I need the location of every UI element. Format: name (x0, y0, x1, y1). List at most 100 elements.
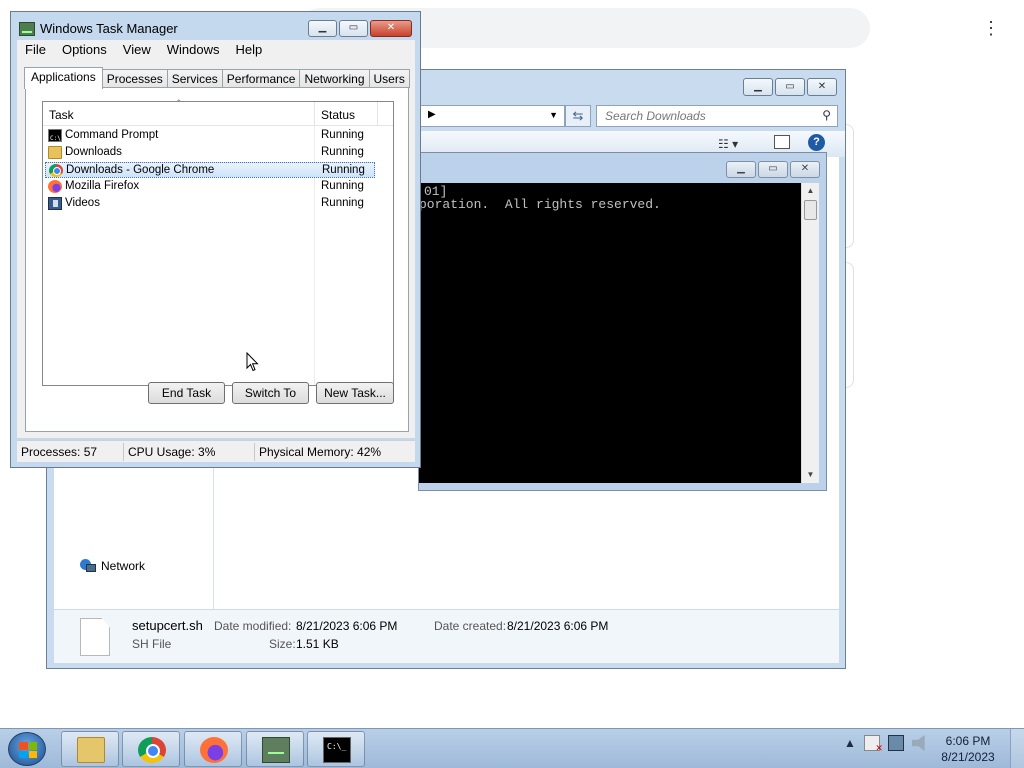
size-label: Size: (269, 637, 296, 651)
console-line: poration. All rights reserved. (419, 197, 661, 212)
minimize-button[interactable]: ▁ (743, 78, 773, 96)
show-hidden-icons-icon[interactable]: ▲ (844, 736, 856, 750)
task-row[interactable]: Command Prompt Running (45, 128, 375, 146)
maximize-button[interactable]: ▭ (339, 20, 368, 37)
task-name: Videos (65, 197, 100, 209)
menu-bar: File Options View Windows Help (17, 40, 415, 60)
maximize-button[interactable]: ▭ (758, 161, 788, 178)
tab-users[interactable]: Users (368, 69, 410, 88)
chrome-menu-icon[interactable]: ⋮ (982, 18, 1000, 38)
maximize-button[interactable]: ▭ (775, 78, 805, 96)
taskbar-firefox-button[interactable] (184, 731, 242, 767)
column-header-task[interactable]: Task (49, 108, 74, 122)
menu-file[interactable]: File (17, 40, 54, 60)
minimize-button[interactable]: ▁ (308, 20, 337, 37)
details-file-name: setupcert.sh (132, 618, 203, 633)
chevron-down-icon[interactable]: ▼ (549, 110, 558, 120)
address-bar[interactable]: ▶ ▼ (417, 105, 565, 127)
close-button[interactable]: ✕ (790, 161, 820, 178)
new-task-button[interactable]: New Task... (316, 382, 394, 404)
action-center-icon[interactable] (863, 735, 883, 754)
task-manager-body: Applications Processes Services Performa… (17, 60, 415, 438)
date-created-label: Date created: (434, 619, 507, 633)
column-header-status[interactable]: Status (321, 108, 355, 122)
task-name: Mozilla Firefox (65, 180, 140, 192)
clock-date: 8/21/2023 (941, 750, 995, 764)
tab-processes[interactable]: Processes (101, 69, 168, 88)
tab-applications[interactable]: Applications (24, 67, 103, 89)
tab-performance[interactable]: Performance (221, 69, 301, 88)
task-row[interactable]: Mozilla Firefox Running (45, 179, 375, 195)
end-task-button[interactable]: End Task (148, 382, 225, 404)
taskbar-explorer-button[interactable] (61, 731, 119, 767)
list-header: ⌃ Task Status (43, 98, 393, 126)
scroll-down-icon[interactable]: ▼ (802, 467, 819, 483)
volume-icon[interactable] (911, 735, 925, 751)
task-manager-icon (262, 737, 290, 763)
menu-options[interactable]: Options (54, 40, 115, 60)
menu-help[interactable]: Help (227, 40, 270, 60)
taskbar: ▲ 6:06 PM 8/21/2023 (0, 728, 1024, 768)
taskbar-cmd-button[interactable] (307, 731, 365, 767)
close-button[interactable]: ✕ (370, 20, 412, 37)
minimize-button[interactable]: ▁ (726, 161, 756, 178)
physical-memory: Physical Memory: 42% (259, 445, 382, 459)
task-list[interactable]: ⌃ Task Status Command Prompt Running Dow… (42, 98, 394, 386)
clock[interactable]: 6:06 PM 8/21/2023 (937, 733, 999, 765)
close-button[interactable]: ✕ (807, 78, 837, 96)
preview-pane-icon[interactable] (774, 135, 790, 149)
processes-count: Processes: 57 (21, 445, 98, 459)
tab-strip: Applications Processes Services Performa… (24, 66, 410, 89)
window-title: Windows Task Manager (19, 21, 178, 36)
taskbar-chrome-button[interactable] (122, 731, 180, 767)
chrome-panel-edge (846, 124, 854, 248)
task-name: Command Prompt (65, 129, 159, 141)
tab-services[interactable]: Services (166, 69, 223, 88)
nav-item-label: Network (101, 559, 146, 573)
start-button[interactable] (8, 732, 46, 766)
chrome-panel-edge (846, 262, 854, 388)
search-icon[interactable]: ⚲ (822, 108, 831, 122)
nav-item-network[interactable]: Network (80, 559, 145, 573)
chrome-icon (49, 164, 63, 177)
cmd-icon (323, 737, 351, 763)
show-desktop-button[interactable] (1010, 729, 1024, 768)
task-row[interactable]: Downloads Running (45, 145, 375, 161)
refresh-icon[interactable]: ⇆ (565, 105, 591, 127)
task-status: Running (322, 164, 365, 176)
menu-view[interactable]: View (115, 40, 159, 60)
scroll-up-icon[interactable]: ▲ (802, 183, 819, 199)
search-input[interactable]: Search Downloads ⚲ (596, 105, 838, 127)
title-text: Windows Task Manager (40, 21, 178, 36)
view-options-icon[interactable]: ☷ ▾ (718, 137, 738, 151)
scroll-thumb[interactable] (804, 200, 817, 220)
network-icon (80, 559, 96, 573)
tab-networking[interactable]: Networking (299, 69, 370, 88)
network-status-icon[interactable] (887, 735, 904, 751)
command-prompt-window: ▁ ▭ ✕ 01] poration. All rights reserved. … (418, 152, 827, 491)
clock-time: 6:06 PM (945, 734, 991, 748)
folder-icon (48, 146, 62, 159)
size-value: 1.51 KB (296, 637, 339, 651)
task-row-selected[interactable]: Downloads - Google Chrome Running (45, 162, 375, 178)
task-row[interactable]: Videos Running (45, 196, 375, 212)
status-bar: Processes: 57 CPU Usage: 3% Physical Mem… (17, 440, 415, 462)
firefox-icon (48, 180, 62, 193)
task-status: Running (321, 129, 364, 141)
menu-windows[interactable]: Windows (159, 40, 228, 60)
details-pane: setupcert.sh SH File Date modified: 8/21… (54, 609, 839, 663)
task-status: Running (321, 197, 364, 209)
date-created-value: 8/21/2023 6:06 PM (507, 619, 609, 633)
breadcrumb-arrow-icon[interactable]: ▶ (428, 109, 436, 120)
mouse-cursor-icon (246, 352, 259, 372)
taskbar-task-manager-button[interactable] (246, 731, 304, 767)
task-status: Running (321, 180, 364, 192)
help-icon[interactable]: ? (808, 134, 825, 151)
switch-to-button[interactable]: Switch To (232, 382, 309, 404)
date-modified-label: Date modified: (214, 619, 292, 633)
console-output[interactable]: 01] poration. All rights reserved. (419, 183, 801, 483)
file-icon (80, 618, 110, 656)
vertical-scrollbar[interactable]: ▲ ▼ (801, 183, 819, 483)
cmd-icon (48, 129, 62, 146)
folder-icon (77, 737, 105, 763)
